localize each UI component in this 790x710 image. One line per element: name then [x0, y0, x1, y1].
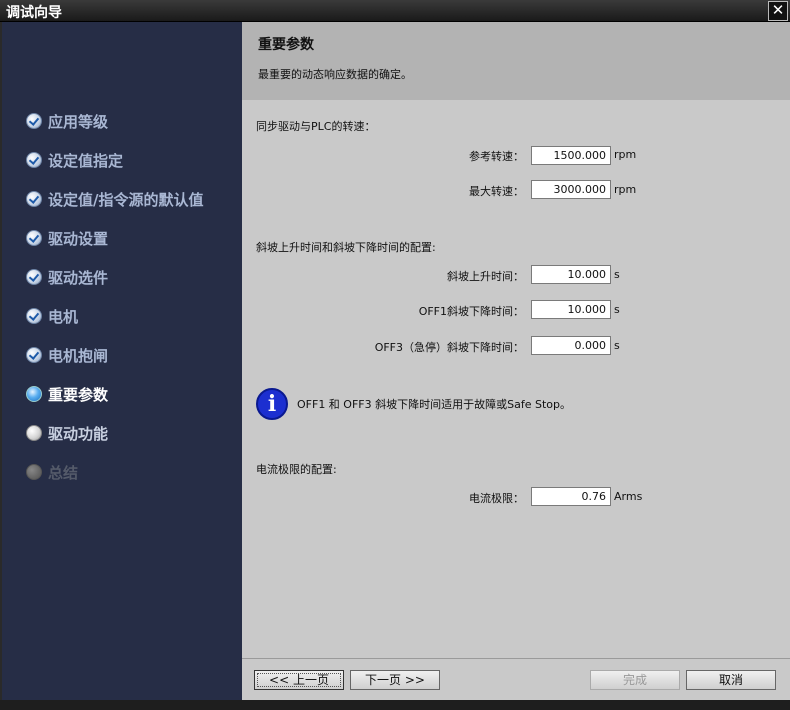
step-summary: 总结	[26, 461, 78, 483]
title-bar[interactable]: 调试向导 ✕	[0, 0, 790, 22]
speed-section-label: 同步驱动与PLC的转速：	[256, 120, 376, 133]
off1-ramp-down-unit: s	[614, 303, 620, 316]
step-motor-brake[interactable]: 电机抱闸	[26, 344, 108, 366]
step-label: 设定值/指令源的默认值	[48, 190, 204, 209]
step-label: 重要参数	[48, 385, 109, 404]
step-label: 驱动功能	[48, 424, 109, 443]
step-application-level[interactable]: 应用等级	[26, 110, 108, 132]
reference-speed-input[interactable]	[531, 146, 611, 165]
max-speed-input[interactable]	[531, 180, 611, 199]
step-label: 电机	[48, 307, 79, 326]
finish-button: 完成	[590, 670, 680, 690]
info-message: OFF1 和 OFF3 斜坡下降时间适用于故障或Safe Stop。	[297, 398, 571, 411]
current-limit-unit: Arms	[614, 490, 643, 503]
wizard-footer: << 上一页 下一页 >> 完成 取消	[242, 658, 790, 700]
step-drive-functions[interactable]: 驱动功能	[26, 422, 108, 444]
step-drive-options[interactable]: 驱动选件	[26, 266, 108, 288]
window-bottom-edge	[0, 700, 790, 710]
off1-ramp-down-input[interactable]	[531, 300, 611, 319]
step-label: 驱动选件	[48, 268, 109, 287]
max-speed-label: 最大转速：	[469, 185, 524, 198]
step-important-parameters[interactable]: 重要参数	[26, 383, 108, 405]
step-label: 设定值指定	[48, 151, 124, 170]
reference-speed-unit: rpm	[614, 148, 637, 161]
step-label: 应用等级	[48, 112, 109, 131]
page-subtitle: 最重要的动态响应数据的确定。	[258, 68, 412, 81]
page-header: 重要参数 最重要的动态响应数据的确定。	[242, 22, 790, 100]
cancel-button[interactable]: 取消	[686, 670, 776, 690]
pending-step-icon	[26, 425, 42, 441]
check-icon	[26, 191, 42, 207]
ramp-section-label: 斜坡上升时间和斜坡下降时间的配置:	[256, 241, 436, 254]
off1-ramp-down-label: OFF1斜坡下降时间：	[418, 305, 524, 318]
current-limit-label: 电流极限：	[469, 492, 524, 505]
reference-speed-label: 参考转速：	[469, 150, 524, 163]
info-icon: i	[256, 388, 288, 420]
step-label: 驱动设置	[48, 229, 109, 248]
off3-ramp-down-input[interactable]	[531, 336, 611, 355]
current-step-icon	[26, 386, 42, 402]
off3-ramp-down-label: OFF3（急停）斜坡下降时间：	[374, 341, 524, 354]
step-setpoint-defaults[interactable]: 设定值/指令源的默认值	[26, 188, 203, 210]
step-label: 电机抱闸	[48, 346, 109, 365]
disabled-step-icon	[26, 464, 42, 480]
off3-ramp-down-unit: s	[614, 339, 620, 352]
check-icon	[26, 113, 42, 129]
step-label: 总结	[48, 463, 79, 482]
step-setpoint-spec[interactable]: 设定值指定	[26, 149, 123, 171]
current-section-label: 电流极限的配置:	[256, 463, 337, 476]
commissioning-wizard-window: 调试向导 ✕ 应用等级 设定值指定 设定值/指令源的默认值 驱动设置 驱动选件 …	[0, 0, 790, 710]
step-drive-settings[interactable]: 驱动设置	[26, 227, 108, 249]
ramp-up-label: 斜坡上升时间：	[447, 270, 524, 283]
wizard-steps-sidebar: 应用等级 设定值指定 设定值/指令源的默认值 驱动设置 驱动选件 电机 电机抱闸	[2, 22, 242, 700]
close-button[interactable]: ✕	[768, 1, 788, 21]
next-page-button[interactable]: 下一页 >>	[350, 670, 440, 690]
check-icon	[26, 230, 42, 246]
parameters-panel: 同步驱动与PLC的转速： 参考转速： rpm 最大转速： rpm 斜坡上升时间和…	[242, 100, 790, 658]
ramp-up-time-input[interactable]	[531, 265, 611, 284]
previous-page-button[interactable]: << 上一页	[254, 670, 344, 690]
check-icon	[26, 308, 42, 324]
current-limit-input[interactable]	[531, 487, 611, 506]
page-title: 重要参数	[258, 37, 314, 53]
step-motor[interactable]: 电机	[26, 305, 78, 327]
ramp-up-unit: s	[614, 268, 620, 281]
window-title: 调试向导	[6, 5, 62, 21]
max-speed-unit: rpm	[614, 183, 637, 196]
check-icon	[26, 152, 42, 168]
check-icon	[26, 347, 42, 363]
check-icon	[26, 269, 42, 285]
